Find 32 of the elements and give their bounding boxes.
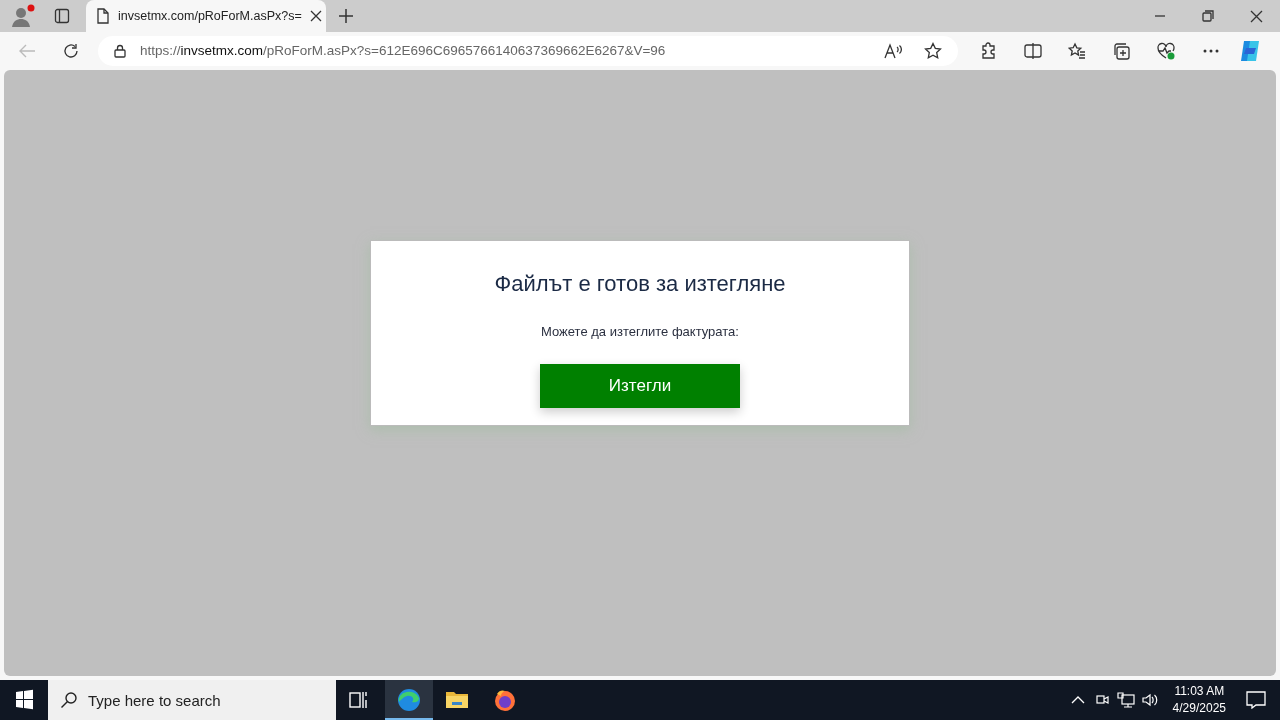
read-aloud-icon[interactable] bbox=[884, 43, 902, 59]
lock-icon bbox=[114, 44, 126, 58]
tab-title: invsetmx.com/pRoForM.asPx?s= bbox=[118, 7, 302, 25]
chevron-up-icon[interactable] bbox=[1070, 695, 1085, 705]
address-bar[interactable]: https://invsetmx.com/pRoForM.asPx?s=612E696C6965766140637369662E6267&V=96 bbox=[98, 36, 958, 66]
extensions-icon[interactable] bbox=[980, 42, 998, 60]
dialog-title: Файлът е готов за изтегляне bbox=[494, 270, 786, 298]
page-icon bbox=[96, 8, 110, 24]
favorite-star-icon[interactable] bbox=[924, 42, 942, 60]
favorites-icon[interactable] bbox=[1068, 42, 1086, 60]
clock-date[interactable]: 4/29/2025 bbox=[1172, 700, 1226, 717]
browser-tab[interactable]: invsetmx.com/pRoForM.asPx?s= bbox=[86, 0, 326, 32]
edge-browser-icon[interactable] bbox=[385, 680, 433, 720]
restore-icon[interactable] bbox=[1202, 10, 1214, 22]
refresh-icon[interactable] bbox=[62, 42, 80, 60]
search-field[interactable]: Type here to search bbox=[48, 680, 336, 720]
network-icon[interactable] bbox=[1116, 692, 1135, 708]
clock-time[interactable]: 11:03 AM bbox=[1174, 683, 1225, 700]
download-button[interactable]: Изтегли bbox=[540, 363, 740, 408]
health-check-icon[interactable] bbox=[1156, 42, 1176, 60]
collections-icon[interactable] bbox=[1112, 42, 1130, 60]
url-text: https://invsetmx.com/pRoForM.asPx?s=612E696C6965766140637369662E6267&V=96 bbox=[140, 41, 667, 60]
volume-icon[interactable] bbox=[1140, 692, 1159, 708]
search-icon bbox=[60, 691, 78, 709]
copilot-icon[interactable] bbox=[1238, 39, 1262, 63]
close-window-icon[interactable] bbox=[1250, 9, 1263, 23]
tab-actions-icon[interactable] bbox=[54, 8, 70, 24]
new-tab-icon[interactable] bbox=[338, 8, 354, 24]
notifications-icon[interactable] bbox=[1246, 691, 1266, 709]
split-screen-icon[interactable] bbox=[1024, 42, 1042, 60]
dialog-message: Можете да изтеглите фактурата: bbox=[541, 323, 739, 341]
close-icon[interactable] bbox=[309, 10, 322, 22]
